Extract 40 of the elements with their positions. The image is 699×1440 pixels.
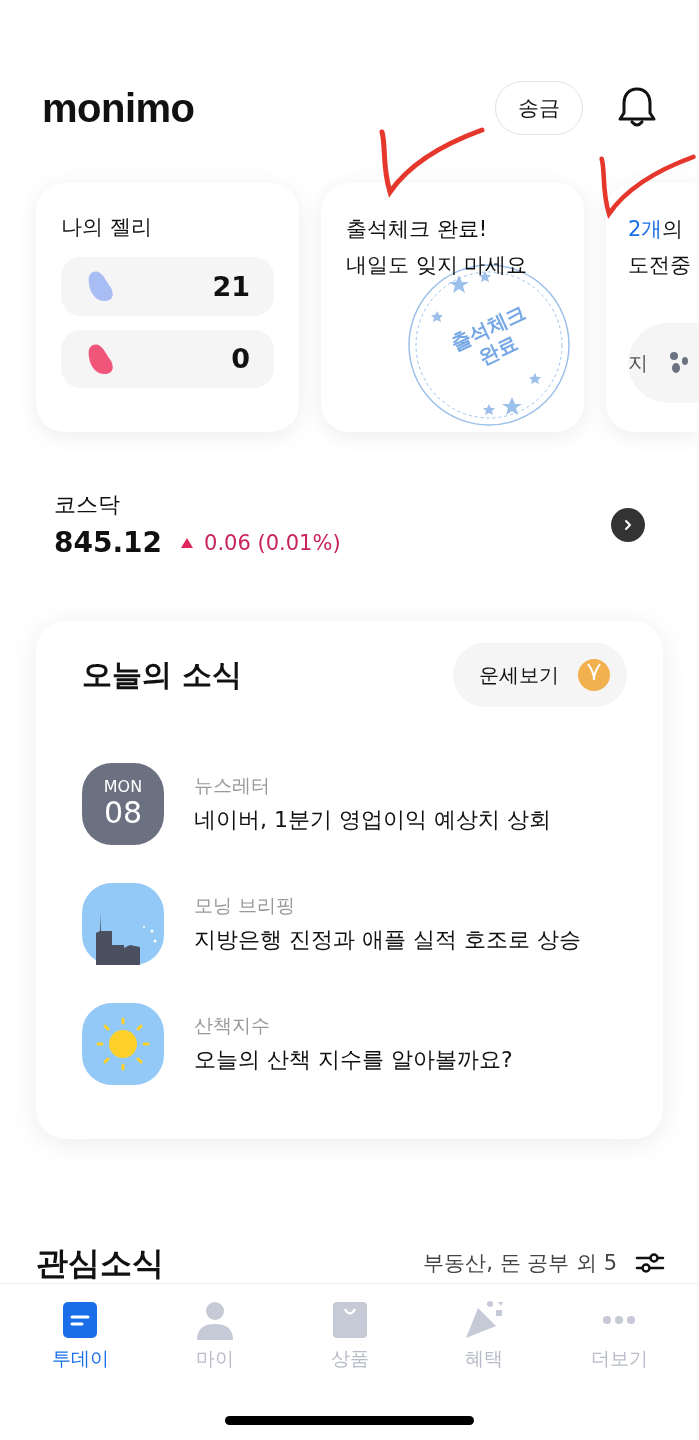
city-skyline-icon [82,883,164,965]
shopping-bag-icon [331,1300,368,1340]
index-value: 845.12 [54,526,163,559]
fortune-button[interactable]: 운세보기 [453,643,627,707]
news-item[interactable]: 산책지수 오늘의 산책 지수를 알아볼까요? [82,1003,627,1085]
interest-filter[interactable]: 부동산, 돈 공부 외 5 [423,1249,617,1277]
document-icon [62,1300,98,1340]
news-headline: 지방은행 진정과 애플 실적 호조로 상승 [194,926,581,954]
filter-settings-icon[interactable] [635,1252,665,1274]
card-title: 나의 젤리 [61,214,153,241]
party-popper-icon [464,1300,505,1340]
news-item[interactable]: MON 08 뉴스레터 네이버, 1분기 영업이익 예상치 상회 [82,763,627,845]
index-name: 코스닥 [54,491,121,519]
pill-text: 지 [628,349,648,377]
index-change: 0.06 (0.01%) [204,530,341,555]
section-title: 관심소식 [36,1243,164,1283]
chevron-right-icon [622,518,634,531]
footprints-icon [668,351,688,375]
jelly-count: 21 [212,270,250,302]
person-icon [194,1300,235,1340]
jelly-card[interactable]: 나의 젤리 21 0 [36,183,299,432]
sun-icon [82,1003,164,1085]
up-triangle-icon [180,536,195,549]
news-headline: 네이버, 1분기 영업이익 예상치 상회 [194,806,551,834]
section-title: 오늘의 소식 [82,655,243,694]
date-badge: MON 08 [82,763,164,845]
transfer-button[interactable]: 송금 [495,81,583,135]
news-category: 모닝 브리핑 [194,893,297,918]
jelly-count: 0 [231,343,250,375]
challenge-message: 2개의 도전중 [628,216,692,279]
news-item[interactable]: 모닝 브리핑 지방은행 진정과 애플 실적 호조로 상승 [82,883,627,965]
news-category: 뉴스레터 [194,773,271,798]
chevron-button[interactable] [611,507,645,542]
app-logo: monimo [42,85,195,131]
news-category: 산책지수 [194,1013,271,1038]
challenge-card[interactable]: 2개의 도전중 지 [606,183,699,432]
attendance-message: 출석체크 완료! 내일도 잊지 마세요 [346,216,529,279]
fortune-cookie-icon [577,658,611,692]
nav-tab[interactable]: 투데이 [30,1300,130,1382]
news-headline: 오늘의 산책 지수를 알아볼까요? [194,1046,513,1074]
